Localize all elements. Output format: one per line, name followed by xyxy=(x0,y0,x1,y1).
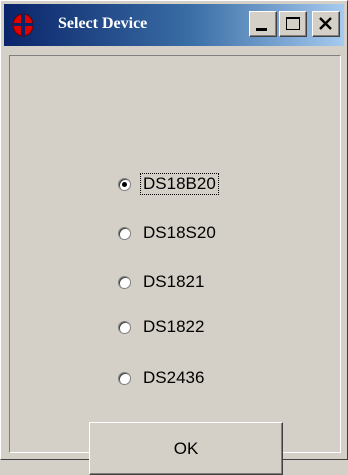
radio-button[interactable] xyxy=(118,320,131,334)
maximize-button[interactable] xyxy=(279,11,307,37)
close-button[interactable] xyxy=(312,11,340,37)
maximize-icon xyxy=(286,17,300,30)
close-icon xyxy=(319,17,332,30)
radio-label: DS1822 xyxy=(143,317,205,336)
radio-option-ds18s20[interactable]: DS18S20 xyxy=(118,220,218,246)
minimize-button[interactable] xyxy=(249,11,277,37)
radio-option-ds18b20[interactable]: DS18B20 xyxy=(118,171,219,197)
radio-label: DS18S20 xyxy=(143,223,216,242)
radio-label: DS1821 xyxy=(143,272,205,291)
radio-button[interactable] xyxy=(118,275,131,289)
title-bar[interactable]: Select Device xyxy=(4,4,344,46)
ok-button[interactable]: OK xyxy=(89,422,283,475)
radio-label: DS2436 xyxy=(143,368,205,387)
radio-button[interactable] xyxy=(118,226,131,240)
window-title: Select Device xyxy=(58,15,148,32)
radio-option-ds1821[interactable]: DS1821 xyxy=(118,269,206,295)
minimize-icon xyxy=(256,28,267,31)
radio-button[interactable] xyxy=(118,177,131,191)
device-selection-panel: DS18B20 DS18S20 DS1821 DS1822 DS2436 OK xyxy=(9,55,341,475)
radio-option-ds2436[interactable]: DS2436 xyxy=(118,365,206,391)
radio-button[interactable] xyxy=(118,371,131,385)
radio-label: DS18B20 xyxy=(140,173,219,195)
red-chip-icon xyxy=(11,13,35,37)
radio-option-ds1822[interactable]: DS1822 xyxy=(118,314,206,340)
select-device-window: Select Device DS18B20 DS18S20 DS1821 DS1… xyxy=(0,0,348,475)
